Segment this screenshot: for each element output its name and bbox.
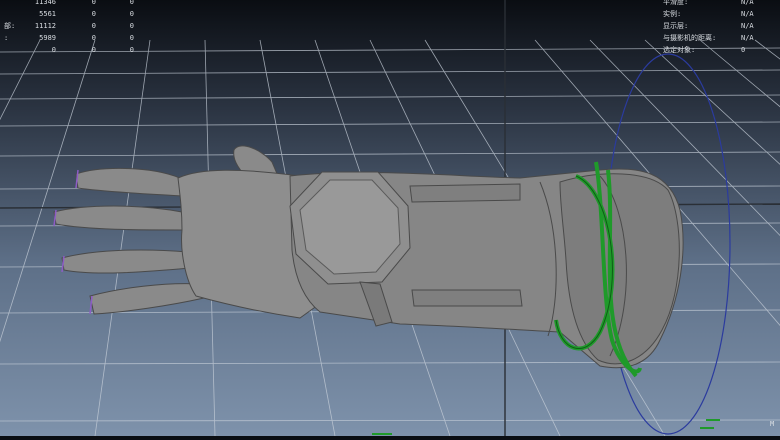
hud-value: N/A bbox=[741, 34, 754, 42]
hud-row: 5561 0 0 bbox=[4, 8, 144, 20]
hud-value-3: 0 bbox=[129, 0, 134, 6]
finger-1 bbox=[75, 167, 183, 197]
hud-label: 实例: bbox=[663, 10, 682, 18]
poly-count-hud: 11346 0 0 5561 0 0 部: 11112 0 0 : 5989 0… bbox=[4, 0, 144, 56]
hud-label: 显示层: bbox=[663, 22, 689, 30]
hud-value-3: 0 bbox=[129, 46, 134, 54]
hud-row: 部: 11112 0 0 bbox=[4, 20, 144, 32]
hud-row: : 5989 0 0 bbox=[4, 32, 144, 44]
hud-row: 平滑度: N/A bbox=[663, 0, 758, 8]
hud-value-2: 0 bbox=[91, 34, 96, 42]
viewport-3d[interactable]: 11346 0 0 5561 0 0 部: 11112 0 0 : 5989 0… bbox=[0, 0, 780, 437]
hud-value-2: 0 bbox=[91, 0, 96, 6]
hud-label: 与摄影机的距离: bbox=[663, 34, 717, 42]
hud-value-3: 0 bbox=[129, 34, 134, 42]
hud-value-1: 11112 bbox=[34, 22, 56, 30]
hud-row: 11346 0 0 bbox=[4, 0, 144, 8]
hud-value: N/A bbox=[741, 0, 754, 6]
hud-row: 0 0 0 bbox=[4, 44, 144, 56]
hud-value: N/A bbox=[741, 22, 754, 30]
hud-label: 选定对象: bbox=[663, 46, 696, 54]
hud-row: 选定对象: 0 bbox=[663, 44, 758, 56]
hud-value-3: 0 bbox=[129, 22, 134, 30]
hud-row: 与摄影机的距离: N/A bbox=[663, 32, 758, 44]
hud-value-2: 0 bbox=[91, 10, 96, 18]
finger-4 bbox=[89, 283, 205, 315]
hud-value-1: 5989 bbox=[39, 34, 56, 42]
hud-row: 实例: N/A bbox=[663, 8, 758, 20]
hud-value: 0 bbox=[741, 46, 746, 54]
nail-highlights bbox=[53, 169, 93, 315]
hud-value-2: 0 bbox=[91, 22, 96, 30]
viewport-scene[interactable] bbox=[0, 0, 780, 437]
hud-value-1: 11346 bbox=[34, 0, 56, 6]
hud-value: N/A bbox=[741, 10, 754, 18]
finger-2 bbox=[53, 205, 183, 231]
hud-value-2: 0 bbox=[91, 46, 96, 54]
hud-label: 平滑度: bbox=[663, 0, 689, 6]
axis-gizmo-icon bbox=[372, 419, 720, 435]
hud-value-1: 0 bbox=[51, 46, 56, 54]
hud-value-3: 0 bbox=[129, 10, 134, 18]
hud-value-1: 5561 bbox=[39, 10, 56, 18]
gauntlet-mesh[interactable] bbox=[53, 145, 684, 369]
finger-3 bbox=[61, 249, 191, 274]
object-details-hud: 平滑度: N/A 实例: N/A 显示层: N/A 与摄影机的距离: N/A 选… bbox=[663, 0, 758, 56]
corner-marker: M bbox=[770, 420, 775, 428]
hud-row: 显示层: N/A bbox=[663, 20, 758, 32]
